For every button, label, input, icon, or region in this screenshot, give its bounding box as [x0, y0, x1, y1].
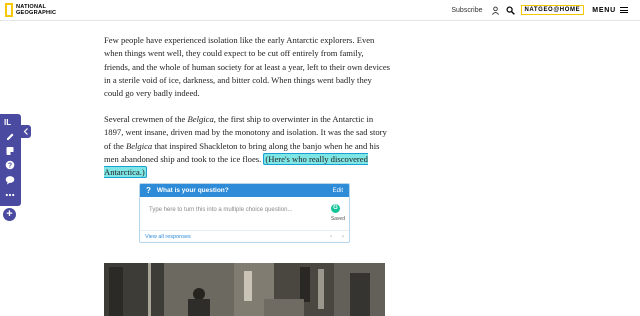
user-icon[interactable] [491, 6, 500, 15]
toolbar-logo[interactable]: IL [4, 118, 17, 128]
ship-name-2: Belgica [125, 140, 153, 151]
subscribe-link[interactable]: Subscribe [451, 7, 482, 14]
toolbar-collapse-tab[interactable] [21, 125, 31, 138]
note-icon[interactable] [5, 146, 15, 156]
paragraph-isolation: Few people have experienced isolation li… [104, 35, 391, 99]
antarctic-crew-photo [104, 263, 385, 316]
question-input-area[interactable]: Type here to turn this into a multiple c… [140, 197, 349, 230]
article-body: Few people have experienced isolation li… [104, 34, 390, 192]
logo-line-2: GEOGRAPHIC [16, 10, 57, 16]
natgeo-home-link[interactable]: NATGEO@HOME [520, 5, 585, 15]
natgeo-logo[interactable]: NATIONAL GEOGRAPHIC [5, 2, 60, 18]
site-header: NATIONAL GEOGRAPHIC Subscribe NATGEO@HOM… [0, 0, 640, 21]
ship-name: Belgica [187, 113, 214, 124]
article-photo [104, 263, 385, 316]
comment-icon[interactable] [5, 175, 15, 185]
svg-text:?: ? [8, 163, 12, 170]
edit-button[interactable]: Edit [333, 188, 343, 194]
pencil-icon[interactable] [5, 132, 15, 142]
question-placeholder[interactable]: Type here to turn this into a multiple c… [149, 207, 292, 213]
add-button[interactable]: + [3, 208, 16, 221]
grammarly-icon[interactable]: G [331, 204, 340, 213]
next-icon[interactable]: › [342, 234, 344, 240]
question-icon[interactable]: ? [5, 160, 15, 170]
more-icon[interactable] [5, 190, 15, 200]
menu-label[interactable]: MENU [592, 7, 616, 14]
yellow-border-icon [5, 3, 13, 17]
question-title: What is your question? [156, 187, 229, 194]
question-card-footer: View all responses ‹ › [140, 230, 349, 242]
saved-status: Saved [330, 216, 345, 222]
view-all-responses-link[interactable]: View all responses [145, 234, 320, 240]
question-card-header: ? What is your question? Edit [140, 184, 349, 197]
paragraph-belgica: Several crewmen of the Belgica, the firs… [104, 113, 387, 179]
question-mark-icon: ? [146, 186, 151, 195]
prev-icon[interactable]: ‹ [330, 234, 332, 240]
chevron-left-icon[interactable] [21, 125, 31, 138]
question-card: ? What is your question? Edit Type here … [139, 183, 350, 243]
annotation-toolbar: IL ? [0, 114, 21, 206]
search-icon[interactable] [505, 5, 515, 15]
header-actions: Subscribe NATGEO@HOME MENU [451, 4, 628, 16]
hamburger-icon[interactable] [620, 5, 628, 14]
